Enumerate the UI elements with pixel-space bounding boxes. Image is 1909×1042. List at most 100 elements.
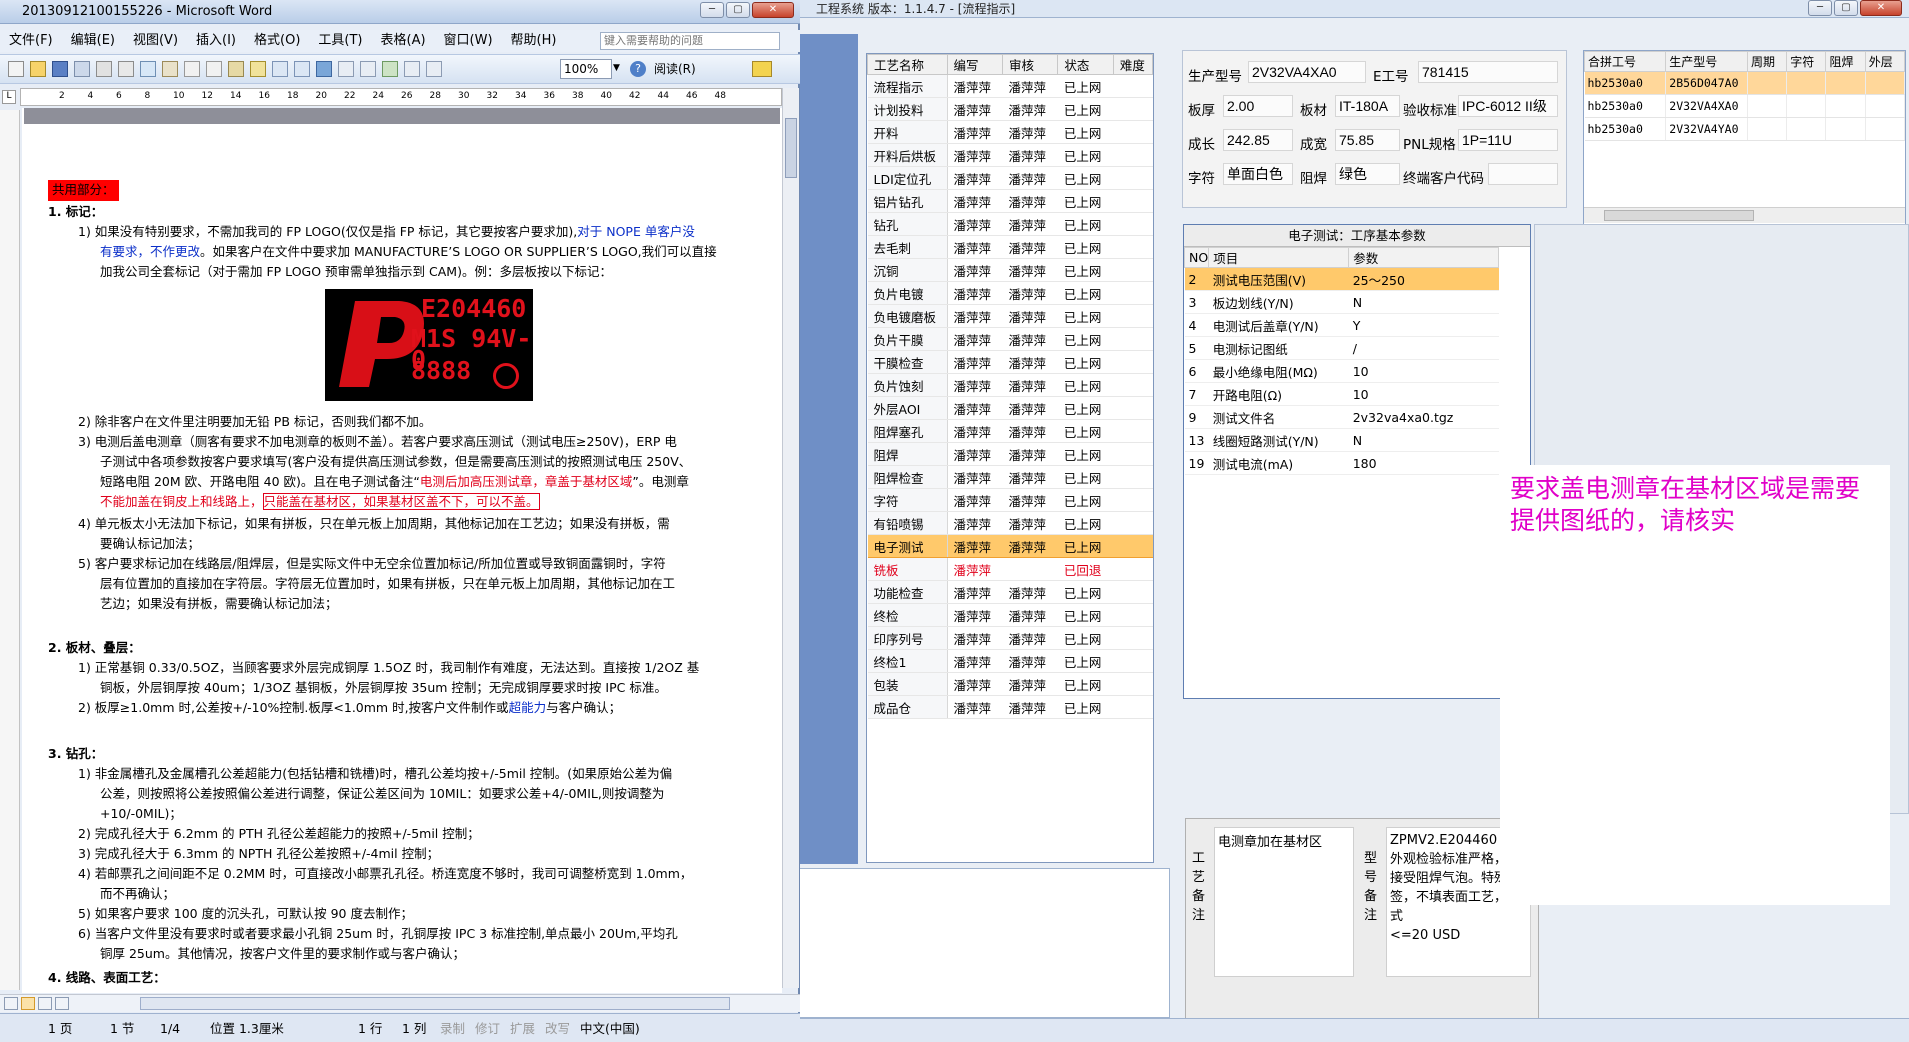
process-col-header[interactable]: 状态 xyxy=(1057,54,1114,75)
normal-view-icon[interactable] xyxy=(4,997,18,1010)
combine-col-header[interactable]: 合拼工号 xyxy=(1583,51,1667,72)
maximize-button[interactable]: ▢ xyxy=(1834,0,1858,16)
menu-help[interactable]: 帮助(H) xyxy=(502,30,566,52)
menu-edit[interactable]: 编辑(E) xyxy=(62,30,124,52)
process-col-header[interactable]: 工艺名称 xyxy=(867,54,948,75)
web-view-icon[interactable] xyxy=(21,997,35,1010)
redo-icon[interactable] xyxy=(294,61,310,77)
print-icon[interactable] xyxy=(96,61,112,77)
process-row[interactable]: 沉铜 潘萍萍 潘萍萍 已上网 xyxy=(867,258,1153,282)
copy-icon[interactable] xyxy=(206,61,222,77)
help-icon[interactable]: ? xyxy=(630,61,646,77)
customer-code-field[interactable] xyxy=(1488,163,1558,185)
word-minimize-button[interactable]: ─ xyxy=(700,2,724,18)
process-row[interactable]: 负片干膜 潘萍萍 潘萍萍 已上网 xyxy=(867,327,1153,351)
process-row[interactable]: 流程指示 潘萍萍 潘萍萍 已上网 xyxy=(867,74,1153,98)
process-row[interactable]: 开料 潘萍萍 潘萍萍 已上网 xyxy=(867,120,1153,144)
menu-insert[interactable]: 插入(I) xyxy=(187,30,245,52)
word-close-button[interactable]: ✕ xyxy=(752,2,794,18)
param-col-header[interactable]: 项目 xyxy=(1208,247,1350,268)
combine-col-header[interactable]: 字符 xyxy=(1786,51,1827,72)
zoom-dropdown-icon[interactable]: ▼ xyxy=(613,63,620,73)
process-row[interactable]: 有铅喷锡 潘萍萍 潘萍萍 已上网 xyxy=(867,511,1153,535)
menu-file[interactable]: 文件(F) xyxy=(0,30,62,52)
param-row[interactable]: 13 线圈短路测试(Y/N) N xyxy=(1184,428,1499,452)
process-row[interactable]: 功能检查 潘萍萍 潘萍萍 已上网 xyxy=(867,580,1153,604)
tab-selector[interactable]: L xyxy=(2,90,16,104)
print-layout-icon[interactable] xyxy=(38,997,52,1010)
status-overtype[interactable]: 改写 xyxy=(545,1017,570,1041)
outline-view-icon[interactable] xyxy=(55,997,69,1010)
thickness-field[interactable]: 2.00 xyxy=(1223,95,1293,117)
zoom-select[interactable]: 100% xyxy=(560,59,612,79)
combine-row[interactable]: hb2530a0 2B56D047A0 xyxy=(1584,71,1906,95)
model-field[interactable]: 2V32VA4XA0 xyxy=(1248,61,1366,83)
process-row[interactable]: 阻焊 潘萍萍 潘萍萍 已上网 xyxy=(867,442,1153,466)
process-row[interactable]: 包装 潘萍萍 潘萍萍 已上网 xyxy=(867,672,1153,696)
param-row[interactable]: 19 测试电流(mA) 180 xyxy=(1184,451,1499,475)
insert-excel-icon[interactable] xyxy=(382,61,398,77)
mask-field[interactable]: 绿色 xyxy=(1335,163,1400,185)
menu-window[interactable]: 窗口(W) xyxy=(435,30,502,52)
process-row[interactable]: 外层AOI 潘萍萍 潘萍萍 已上网 xyxy=(867,396,1153,420)
permission-icon[interactable] xyxy=(74,61,90,77)
combine-col-header[interactable]: 周期 xyxy=(1746,51,1788,72)
param-row[interactable]: 5 电测标记图纸 / xyxy=(1184,336,1499,360)
cut-icon[interactable] xyxy=(184,61,200,77)
vertical-scroll-thumb[interactable] xyxy=(785,118,797,178)
char-field[interactable]: 单面白色 xyxy=(1223,163,1293,185)
param-col-header[interactable]: NO xyxy=(1183,247,1210,268)
insert-table-icon[interactable] xyxy=(360,61,376,77)
process-row[interactable]: LDI定位孔 潘萍萍 潘萍萍 已上网 xyxy=(867,166,1153,190)
research-icon[interactable] xyxy=(162,61,178,77)
format-painter-icon[interactable] xyxy=(250,61,266,77)
process-row[interactable]: 铣板 潘萍萍 已回退 xyxy=(867,557,1153,581)
tables-borders-icon[interactable] xyxy=(338,61,354,77)
param-row[interactable]: 9 测试文件名 2v32va4xa0.tgz xyxy=(1184,405,1499,429)
length-field[interactable]: 242.85 xyxy=(1223,129,1293,151)
status-extend[interactable]: 扩展 xyxy=(510,1017,535,1041)
process-row[interactable]: 计划投料 潘萍萍 潘萍萍 已上网 xyxy=(867,97,1153,121)
horizontal-scroll-thumb[interactable] xyxy=(140,997,730,1010)
param-row[interactable]: 6 最小绝缘电阻(MΩ) 10 xyxy=(1184,359,1499,383)
param-row[interactable]: 3 板边划线(Y/N) N xyxy=(1184,290,1499,314)
menu-format[interactable]: 格式(O) xyxy=(245,30,309,52)
process-row[interactable]: 成品仓 潘萍萍 潘萍萍 已上网 xyxy=(867,695,1153,719)
param-row[interactable]: 2 测试电压范围(V) 25～250 xyxy=(1184,267,1499,291)
process-col-header[interactable]: 难度 xyxy=(1112,54,1154,75)
width-field[interactable]: 75.85 xyxy=(1335,129,1400,151)
combine-row[interactable]: hb2530a0 2V32VA4YA0 xyxy=(1584,117,1906,141)
status-record[interactable]: 录制 xyxy=(440,1017,465,1041)
pnl-field[interactable]: 1P=11U xyxy=(1458,129,1558,151)
process-note-text[interactable]: 电测章加在基材区 xyxy=(1214,827,1354,977)
open-folder-icon[interactable] xyxy=(30,61,46,77)
process-col-header[interactable]: 编写 xyxy=(946,54,1003,75)
process-row[interactable]: 阻焊检查 潘萍萍 潘萍萍 已上网 xyxy=(867,465,1153,489)
read-mode-button[interactable]: 阅读(R) xyxy=(650,59,745,79)
highlight-icon[interactable] xyxy=(752,61,772,77)
menu-view[interactable]: 视图(V) xyxy=(124,30,187,52)
process-row[interactable]: 印序列号 潘萍萍 潘萍萍 已上网 xyxy=(867,626,1153,650)
process-row[interactable]: 电子测试 潘萍萍 潘萍萍 已上网 xyxy=(867,534,1153,558)
document-vertical-scrollbar[interactable] xyxy=(782,88,799,988)
process-row[interactable]: 钻孔 潘萍萍 潘萍萍 已上网 xyxy=(867,212,1153,236)
process-row[interactable]: 去毛刺 潘萍萍 潘萍萍 已上网 xyxy=(867,235,1153,259)
process-row[interactable]: 干膜检查 潘萍萍 潘萍萍 已上网 xyxy=(867,350,1153,374)
minimize-button[interactable]: ─ xyxy=(1808,0,1832,16)
process-row[interactable]: 负片电镀 潘萍萍 潘萍萍 已上网 xyxy=(867,281,1153,305)
paste-icon[interactable] xyxy=(228,61,244,77)
menu-tools[interactable]: 工具(T) xyxy=(309,30,371,52)
status-track[interactable]: 修订 xyxy=(475,1017,500,1041)
param-row[interactable]: 7 开路电阻(Ω) 10 xyxy=(1184,382,1499,406)
new-document-icon[interactable] xyxy=(8,61,24,77)
spelling-icon[interactable] xyxy=(140,61,156,77)
grid-scroll-thumb[interactable] xyxy=(1604,210,1754,221)
process-row[interactable]: 铝片钻孔 潘萍萍 潘萍萍 已上网 xyxy=(867,189,1153,213)
drawing-icon[interactable] xyxy=(426,61,442,77)
param-col-header[interactable]: 参数 xyxy=(1348,247,1500,268)
process-col-header[interactable]: 审核 xyxy=(1001,54,1059,75)
eno-field[interactable]: 781415 xyxy=(1418,61,1558,83)
grid-horizontal-scrollbar[interactable] xyxy=(1584,207,1905,223)
process-row[interactable]: 字符 潘萍萍 潘萍萍 已上网 xyxy=(867,488,1153,512)
menu-table[interactable]: 表格(A) xyxy=(372,30,435,52)
